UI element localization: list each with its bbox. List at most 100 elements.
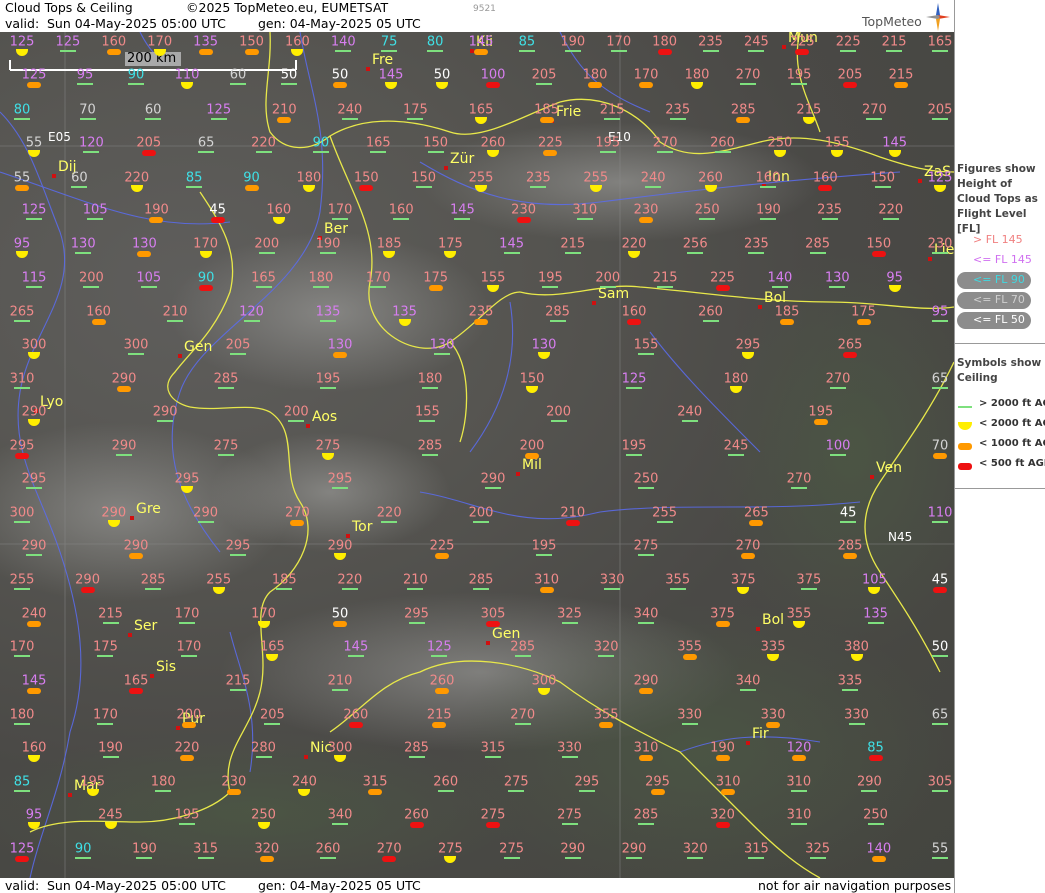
cloud-top-value: 150 [866, 236, 892, 252]
ceiling-symbol [128, 353, 144, 355]
cloud-top-value: 300 [21, 337, 47, 353]
cloud-top-value: 290 [327, 538, 353, 554]
cloud-top-value: 150 [423, 135, 449, 151]
valid-label: valid: [5, 16, 40, 31]
cloud-top-value: 180 [652, 34, 678, 50]
cloud-top-value: 285 [837, 538, 863, 554]
ceiling-symbol [320, 857, 336, 859]
ceiling-symbol [866, 118, 883, 120]
ceiling-symbol [536, 554, 552, 556]
cloud-top-value: 270 [862, 102, 887, 118]
legend-label: <= FL 50 [973, 313, 1025, 326]
cloud-top-value: 130 [327, 337, 353, 353]
satellite-map[interactable]: 200 km E05 E10 N45 Fre Kli Mun Dij Zür Inn ZaS… [0, 32, 954, 878]
ceiling-symbol [598, 655, 615, 657]
ceiling-symbol [186, 186, 203, 188]
cloud-top-value: 135 [392, 304, 417, 320]
ceiling-symbol [932, 655, 948, 657]
cloud-top-value: 230 [633, 202, 659, 218]
legend-label: <= FL 145 [973, 253, 1032, 266]
cloud-top-value: 330 [557, 740, 582, 756]
cloud-top-value: 220 [621, 236, 647, 252]
cloud-top-value: 180 [150, 774, 176, 790]
cloud-top-value: 305 [480, 606, 506, 622]
ceiling-symbol [933, 587, 947, 593]
ceiling-symbol [588, 82, 602, 88]
cloud-top-value: 200 [468, 505, 494, 521]
ceiling-symbol [760, 218, 777, 220]
city-label: Tor [352, 519, 373, 535]
cloud-top-value: 335 [837, 673, 863, 689]
cloud-top-value: 340 [633, 606, 659, 622]
cloud-top-value: 250 [863, 807, 888, 823]
ceiling-symbol [434, 353, 450, 355]
footer-bar: valid: Sun 04-May-2025 05:00 UTC gen: 04… [0, 878, 954, 893]
cloud-top-value: 125 [9, 841, 35, 857]
cloud-top-value: 240 [292, 774, 317, 790]
cloud-top-value: 200 [78, 270, 104, 286]
ceiling-symbol [320, 320, 336, 322]
ceiling-symbol [408, 756, 425, 758]
ceiling-symbol [332, 689, 348, 691]
ceiling-symbol [871, 856, 886, 862]
cloud-top-value: 80 [13, 102, 31, 118]
cloud-top-value: 105 [82, 202, 108, 218]
cloud-top-value: 240 [337, 102, 363, 118]
ceiling-symbol [867, 622, 884, 624]
cloud-top-value: 160 [266, 202, 292, 218]
cloud-top-value: 175 [403, 102, 428, 118]
cloud-top-value: 255 [9, 572, 35, 588]
cloud-top-value: 145 [21, 673, 47, 689]
city-marker [758, 305, 762, 309]
cloud-top-value: 295 [404, 606, 429, 622]
cloud-top-value: 160 [21, 740, 47, 756]
cloud-top-value: 160 [812, 170, 838, 186]
ceiling-symbol [116, 454, 132, 456]
cloud-top-value: 195 [80, 774, 106, 790]
cloud-top-value: 290 [152, 404, 178, 420]
cloud-top-value: 210 [271, 102, 297, 118]
cloud-top-value: 380 [844, 639, 869, 655]
ceiling-symbol [759, 186, 776, 188]
city-marker [128, 633, 132, 637]
cloud-top-value: 75 [380, 34, 398, 50]
cloud-top-value: 215 [888, 67, 914, 83]
cloud-top-value: 50 [931, 639, 949, 655]
city-label: Bol [762, 612, 785, 628]
cloud-top-value: 45 [931, 572, 949, 588]
cloud-top-value: 230 [221, 774, 247, 790]
ceiling-symbol [932, 50, 948, 52]
cloud-top-value: 310 [715, 774, 741, 790]
ceiling-symbol [181, 722, 196, 728]
cloud-top-value: 255 [468, 170, 494, 186]
footer-valid-time: Sun 04-May-2025 05:00 UTC [47, 878, 226, 893]
cloud-top-value: 155 [824, 135, 850, 151]
cloud-top-value: 260 [480, 135, 506, 151]
cloud-top-value: 55 [25, 135, 43, 151]
valid-time: Sun 04-May-2025 05:00 UTC [47, 16, 226, 31]
cloud-top-value: 285 [545, 304, 570, 320]
ceiling-symbol [682, 654, 697, 660]
cloud-top-value: 310 [786, 807, 812, 823]
cloud-top-value: 160 [101, 34, 127, 50]
cloud-top-value: 120 [239, 304, 264, 320]
ceiling-symbol [542, 286, 559, 288]
ceiling-symbol [75, 857, 92, 859]
cloud-top-value: 270 [735, 67, 761, 83]
cloud-top-value: 160 [388, 202, 414, 218]
ceiling-symbol [518, 50, 535, 52]
ceiling-symbol [485, 487, 501, 489]
ceiling-symbol [740, 689, 756, 691]
cloud-top-value: 95 [76, 67, 94, 83]
ceiling-symbol [791, 83, 807, 85]
ceiling-symbol [599, 286, 616, 288]
cloud-top-value: 235 [665, 102, 691, 118]
cloud-top-value: 200 [546, 404, 571, 420]
ceiling-symbol [14, 588, 30, 590]
legend-panel: Figures show Height of Cloud Tops as Fli… [954, 0, 1045, 893]
cloud-top-value: 285 [404, 740, 429, 756]
footer-gen-time: gen: 04-May-2025 05 UTC [258, 878, 421, 893]
cloud-top-value: 295 [21, 471, 47, 487]
cloud-top-value: 255 [206, 572, 232, 588]
ceiling-symbol [932, 252, 948, 254]
